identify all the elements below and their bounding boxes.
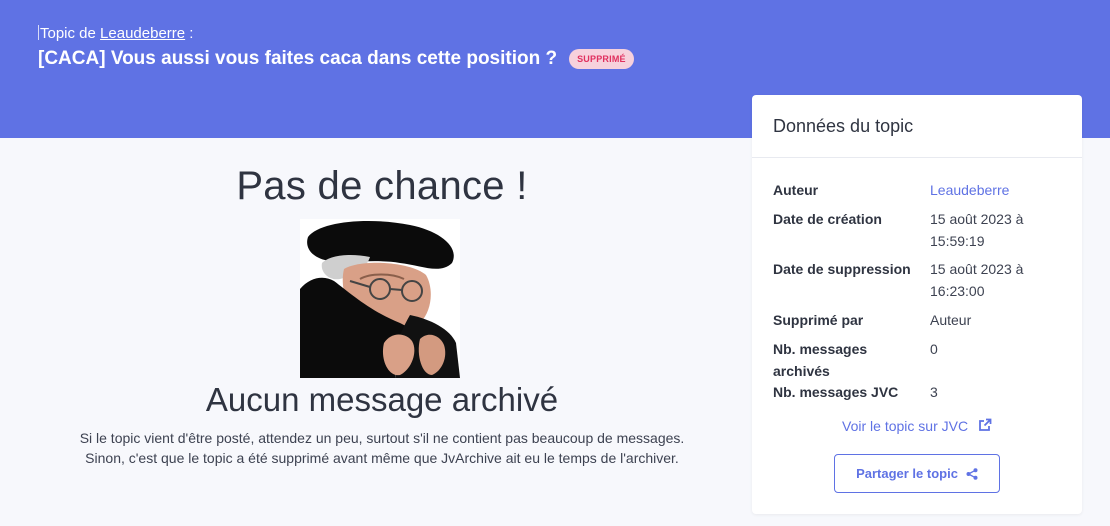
topic-data-card: Données du topic Auteur Leaudeberre Date… bbox=[752, 95, 1082, 514]
row-value: 15 août 2023 à 16:23:00 bbox=[930, 261, 1024, 299]
no-message-heading: Aucun message archivé bbox=[205, 381, 559, 418]
topic-title: [CACA] Vous aussi vous faites caca dans … bbox=[38, 48, 558, 69]
deleted-badge: SUPPRIMÉ bbox=[569, 49, 634, 69]
card-title: Données du topic bbox=[752, 95, 1082, 158]
topic-prefix: Topic de bbox=[40, 25, 96, 42]
meme-image bbox=[300, 219, 460, 378]
row-value: Auteur bbox=[930, 312, 972, 328]
topic-author-line: Topic de Leaudeberre : bbox=[38, 25, 193, 42]
text-cursor bbox=[38, 25, 39, 40]
view-on-jvc-link[interactable]: Voir le topic sur JVC bbox=[752, 418, 1082, 434]
view-on-jvc-label: Voir le topic sur JVC bbox=[842, 418, 969, 434]
row-label: Supprimé par bbox=[773, 312, 864, 328]
explanation-text: Si le topic vient d'être posté, attendez… bbox=[0, 428, 764, 468]
man-in-coat-picture bbox=[300, 219, 460, 378]
share-topic-button[interactable]: Partager le topic bbox=[834, 454, 1000, 493]
row-label: Nb. messages archivés bbox=[773, 341, 868, 379]
topic-title-row: [CACA] Vous aussi vous faites caca dans … bbox=[38, 48, 634, 70]
row-label: Date de suppression bbox=[773, 261, 911, 277]
share-topic-label: Partager le topic bbox=[856, 466, 958, 481]
colon: : bbox=[185, 25, 194, 42]
author-link[interactable]: Leaudeberre bbox=[100, 25, 185, 42]
row-value: 15 août 2023 à 15:59:19 bbox=[930, 211, 1024, 249]
row-label: Nb. messages JVC bbox=[773, 384, 899, 400]
explanation-line-2: Sinon, c'est que le topic a été supprimé… bbox=[85, 450, 679, 466]
author-value-link[interactable]: Leaudeberre bbox=[930, 179, 1060, 201]
row-value: 0 bbox=[930, 341, 938, 357]
row-label: Date de création bbox=[773, 211, 882, 227]
explanation-line-1: Si le topic vient d'être posté, attendez… bbox=[79, 430, 685, 446]
external-link-icon bbox=[979, 418, 992, 431]
share-icon bbox=[966, 467, 978, 480]
row-value: 3 bbox=[930, 384, 938, 400]
no-luck-heading: Pas de chance ! bbox=[236, 164, 528, 208]
row-label: Auteur bbox=[773, 182, 819, 198]
